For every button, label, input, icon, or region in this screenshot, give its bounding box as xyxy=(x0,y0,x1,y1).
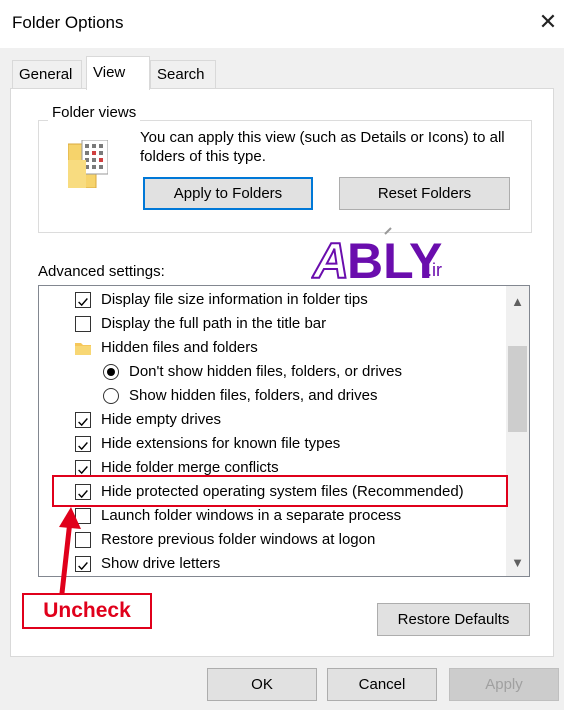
tab-view[interactable]: View xyxy=(86,56,150,90)
highlight-box xyxy=(52,475,508,507)
reset-folders-button[interactable]: Reset Folders xyxy=(339,177,510,210)
setting-label: Display the full path in the title bar xyxy=(101,315,327,332)
ok-button[interactable]: OK xyxy=(207,668,317,701)
setting-row[interactable]: Hide empty drives xyxy=(39,408,509,432)
setting-row[interactable]: Hide extensions for known file types xyxy=(39,432,509,456)
setting-label: Hidden files and folders xyxy=(101,339,258,356)
checkmark-icon xyxy=(78,442,88,451)
checkbox-unchecked[interactable] xyxy=(75,316,91,332)
folder-views-legend: Folder views xyxy=(48,104,141,121)
checkbox-checked[interactable] xyxy=(75,292,91,308)
scroll-down-arrow[interactable]: ▼ xyxy=(506,553,529,573)
close-icon[interactable]: ✕ xyxy=(536,10,560,34)
ably-watermark-logo: A BLY .ir xyxy=(311,227,442,288)
uncheck-callout: Uncheck xyxy=(22,593,152,629)
setting-row[interactable]: Show hidden files, folders, and drives xyxy=(39,384,509,408)
setting-label: Hide extensions for known file types xyxy=(101,435,341,452)
setting-label: Restore previous folder windows at logon xyxy=(101,531,376,548)
setting-label: Show hidden files, folders, and drives xyxy=(129,387,378,404)
folder-view-icon xyxy=(68,140,108,188)
scroll-thumb[interactable] xyxy=(508,346,527,432)
setting-row[interactable]: Launch folder windows in a separate proc… xyxy=(39,504,509,528)
apply-to-folders-button[interactable]: Apply to Folders xyxy=(143,177,313,210)
radio-button[interactable] xyxy=(103,364,119,380)
checkmark-icon xyxy=(78,418,88,427)
svg-text:A: A xyxy=(311,233,349,288)
checkbox-checked[interactable] xyxy=(75,460,91,476)
apply-button[interactable]: Apply xyxy=(449,668,559,701)
setting-row[interactable]: Display the full path in the title bar xyxy=(39,312,509,336)
tab-general[interactable]: General xyxy=(12,60,82,88)
setting-label: Don't show hidden files, folders, or dri… xyxy=(129,363,402,380)
setting-row[interactable]: Don't show hidden files, folders, or dri… xyxy=(39,360,509,384)
window-title: Folder Options xyxy=(12,13,124,32)
setting-label: Show drive letters xyxy=(101,555,221,572)
setting-row[interactable]: Restore previous folder windows at logon xyxy=(39,528,509,552)
scroll-up-arrow[interactable]: ▲ xyxy=(506,292,529,312)
folder-icon xyxy=(75,343,91,355)
setting-row[interactable]: Display file size information in folder … xyxy=(39,288,509,312)
advanced-settings-label: Advanced settings: xyxy=(38,263,165,280)
setting-label: Display file size information in folder … xyxy=(101,291,368,308)
checkbox-checked[interactable] xyxy=(75,412,91,428)
folder-views-description: You can apply this view (such as Details… xyxy=(140,129,505,165)
restore-defaults-button[interactable]: Restore Defaults xyxy=(377,603,530,636)
cancel-button[interactable]: Cancel xyxy=(327,668,437,701)
tab-search[interactable]: Search xyxy=(150,60,216,88)
checkbox-checked[interactable] xyxy=(75,436,91,452)
setting-label: Hide empty drives xyxy=(101,411,222,428)
setting-row[interactable]: Show drive letters xyxy=(39,552,509,576)
annotation-arrow xyxy=(59,507,81,596)
advanced-settings-list[interactable]: Display file size information in folder … xyxy=(38,285,530,577)
setting-label: Launch folder windows in a separate proc… xyxy=(101,507,402,524)
checkmark-icon xyxy=(78,298,88,307)
svg-text:.ir: .ir xyxy=(427,260,442,280)
setting-row[interactable]: Hidden files and folders xyxy=(39,336,509,360)
radio-button[interactable] xyxy=(103,388,119,404)
